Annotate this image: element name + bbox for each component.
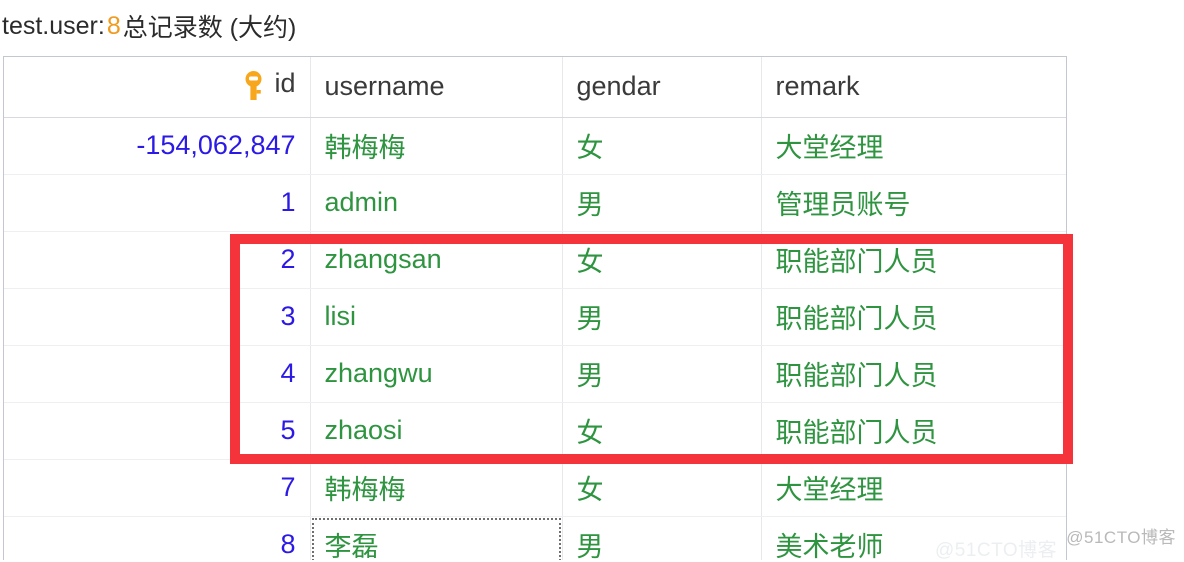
caption-suffix: 总记录数 (大约) [122, 14, 297, 42]
cell-gendar[interactable]: 女 [562, 459, 762, 517]
watermark-faint: @51CTO博客 [935, 540, 1058, 561]
table-header-row: id username gendar remark [4, 57, 1066, 118]
table-row[interactable]: 2 zhangsan 女 职能部门人员 [4, 231, 1066, 289]
cell-id[interactable]: 1 [4, 174, 311, 232]
cell-username[interactable]: admin [310, 174, 563, 232]
column-header-gendar[interactable]: gendar [562, 57, 762, 118]
cell-username[interactable]: zhaosi [310, 402, 563, 460]
cell-gendar[interactable]: 女 [562, 402, 762, 460]
result-table: id username gendar remark -154,062,847 韩… [4, 57, 1066, 560]
cell-username[interactable]: zhangsan [310, 231, 563, 289]
cell-username[interactable]: zhangwu [310, 345, 563, 403]
table-row[interactable]: 4 zhangwu 男 职能部门人员 [4, 345, 1066, 403]
column-header-id-label: id [274, 68, 296, 99]
cell-username[interactable]: 韩梅梅 [310, 117, 563, 175]
watermark: @51CTO博客 [1066, 528, 1176, 547]
table-row[interactable]: -154,062,847 韩梅梅 女 大堂经理 [4, 117, 1066, 175]
cell-gendar[interactable]: 女 [562, 231, 762, 289]
column-header-remark[interactable]: remark [761, 57, 1066, 118]
cell-id[interactable]: 3 [4, 288, 311, 346]
cell-username-value: 李磊 [324, 532, 379, 560]
cell-gendar[interactable]: 男 [562, 345, 762, 403]
cell-username[interactable]: 李磊 [310, 516, 563, 560]
cell-remark[interactable]: 职能部门人员 [761, 231, 1066, 289]
cell-username[interactable]: lisi [310, 288, 563, 346]
cell-remark[interactable]: 管理员账号 [761, 174, 1066, 232]
cell-gendar[interactable]: 男 [562, 174, 762, 232]
caption-record-count: 8 [106, 11, 121, 40]
caption-table-name: test.user: [2, 11, 105, 40]
cell-remark[interactable]: 职能部门人员 [761, 402, 1066, 460]
primary-key-icon [242, 71, 265, 101]
cell-gendar[interactable]: 女 [562, 117, 762, 175]
cell-id[interactable]: 8 [4, 516, 311, 560]
cell-gendar[interactable]: 男 [562, 516, 762, 560]
table-body: -154,062,847 韩梅梅 女 大堂经理 1 admin 男 管理员账号 … [4, 117, 1066, 560]
cell-id[interactable]: 4 [4, 345, 311, 403]
cell-username[interactable]: 韩梅梅 [310, 459, 563, 517]
cell-remark[interactable]: 大堂经理 [761, 117, 1066, 175]
table-header: id username gendar remark [4, 57, 1066, 118]
cell-remark[interactable]: 职能部门人员 [761, 288, 1066, 346]
table-row[interactable]: 5 zhaosi 女 职能部门人员 [4, 402, 1066, 460]
table-caption-bar: test.user: 8 总记录数 (大约) [0, 0, 1184, 52]
table-row[interactable]: 1 admin 男 管理员账号 [4, 174, 1066, 232]
cell-remark[interactable]: 大堂经理 [761, 459, 1066, 517]
page-right-gutter [1068, 0, 1184, 560]
cell-remark[interactable]: 职能部门人员 [761, 345, 1066, 403]
column-header-id[interactable]: id [4, 57, 311, 118]
data-grid[interactable]: id username gendar remark -154,062,847 韩… [3, 56, 1067, 560]
table-row[interactable]: 8 李磊 男 美术老师 [4, 516, 1066, 560]
table-row[interactable]: 7 韩梅梅 女 大堂经理 [4, 459, 1066, 517]
cell-id[interactable]: 2 [4, 231, 311, 289]
cell-id[interactable]: 7 [4, 459, 311, 517]
column-header-username[interactable]: username [310, 57, 563, 118]
table-row[interactable]: 3 lisi 男 职能部门人员 [4, 288, 1066, 346]
cell-id[interactable]: -154,062,847 [4, 117, 311, 175]
cell-id[interactable]: 5 [4, 402, 311, 460]
cell-gendar[interactable]: 男 [562, 288, 762, 346]
